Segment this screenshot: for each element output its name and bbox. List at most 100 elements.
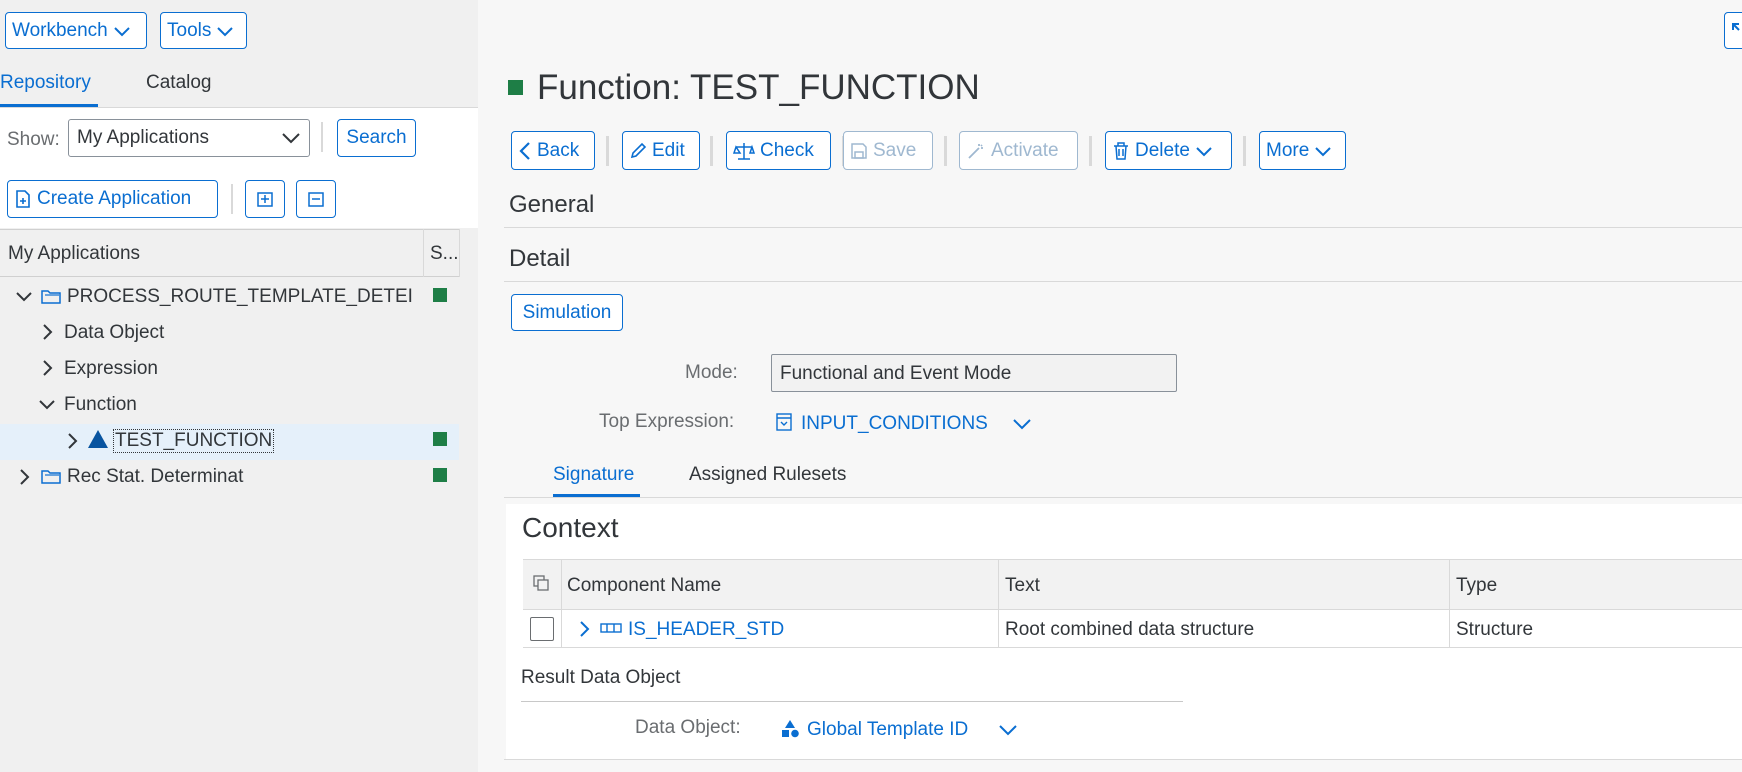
tab-assigned-rulesets[interactable]: Assigned Rulesets	[689, 464, 846, 486]
workbench-label: Workbench	[12, 19, 108, 41]
create-application-label: Create Application	[37, 188, 192, 209]
show-select-value: My Applications	[77, 127, 210, 148]
more-label: More	[1266, 139, 1310, 161]
fullscreen-button[interactable]	[1724, 12, 1742, 49]
section-divider	[504, 281, 1742, 282]
chevron-down-icon	[114, 26, 130, 36]
chevron-right-icon[interactable]	[17, 468, 31, 486]
tree-header-name: My Applications	[8, 243, 141, 264]
top-expression-link[interactable]: INPUT_CONDITIONS	[801, 413, 988, 435]
structure-icon	[600, 623, 622, 633]
delete-menu-button[interactable]: Delete	[1105, 131, 1232, 170]
column-separator	[459, 229, 460, 277]
pencil-icon	[630, 142, 647, 158]
copy-icon[interactable]	[532, 574, 550, 592]
collapse-all-icon	[308, 192, 324, 207]
decision-table-icon	[776, 413, 792, 431]
result-data-object-title: Result Data Object	[521, 667, 681, 688]
expand-all-button[interactable]	[245, 180, 285, 218]
mode-value: Functional and Event Mode	[780, 363, 1012, 384]
data-object-link[interactable]: Global Template ID	[807, 719, 968, 741]
status-active-indicator	[433, 432, 447, 446]
context-title: Context	[522, 512, 619, 543]
chevron-right-icon[interactable]	[577, 620, 591, 638]
row-select-checkbox[interactable]	[530, 617, 554, 641]
data-object-shapes-icon	[782, 720, 799, 738]
simulation-label: Simulation	[522, 301, 612, 323]
tree-item-label: Function	[64, 394, 137, 415]
search-button[interactable]: Search	[337, 119, 416, 157]
object-status-icon	[508, 80, 523, 95]
check-label: Check	[760, 139, 814, 161]
save-label: Save	[873, 139, 917, 161]
column-separator	[423, 229, 424, 277]
tree-item-label: Expression	[64, 358, 158, 379]
section-divider	[504, 227, 1742, 228]
chevron-down-icon[interactable]	[998, 724, 1018, 736]
create-application-button[interactable]: Create Application	[7, 180, 218, 218]
tools-menu-button[interactable]: Tools	[160, 12, 247, 49]
separator	[1089, 136, 1092, 166]
separator	[1243, 136, 1246, 166]
separator	[944, 136, 947, 166]
edit-button[interactable]: Edit	[622, 131, 700, 170]
chevron-down-icon	[217, 26, 234, 36]
show-select[interactable]: My Applications	[68, 119, 310, 157]
tree-item-label: Data Object	[64, 322, 165, 343]
chevron-right-icon[interactable]	[65, 432, 79, 450]
tree-header-status: S...	[430, 243, 459, 264]
more-menu-button[interactable]: More	[1259, 131, 1346, 170]
chevron-down-icon	[282, 133, 300, 144]
activate-button[interactable]: Activate	[959, 131, 1078, 170]
page-title: Function: TEST_FUNCTION	[537, 68, 980, 107]
top-expression-label: Top Expression:	[599, 411, 735, 432]
expand-all-icon	[257, 192, 273, 207]
tree-item-label: PROCESS_ROUTE_TEMPLATE_DETEI	[67, 286, 413, 307]
tab-catalog[interactable]: Catalog	[146, 72, 212, 94]
separator	[710, 136, 713, 166]
function-triangle-icon	[88, 430, 108, 448]
status-active-indicator	[433, 468, 447, 482]
save-icon	[851, 142, 867, 159]
result-divider	[521, 701, 1183, 702]
workbench-menu-button[interactable]: Workbench	[5, 12, 147, 49]
chevron-down-icon[interactable]	[38, 398, 56, 412]
tree-item-label: TEST_FUNCTION	[112, 429, 275, 453]
data-object-label: Data Object:	[635, 717, 741, 738]
header-text: Text	[1005, 575, 1040, 596]
chevron-right-icon[interactable]	[40, 359, 54, 377]
section-general[interactable]: General	[509, 191, 594, 219]
chevron-down-icon[interactable]	[15, 290, 33, 304]
tab-signature[interactable]: Signature	[553, 464, 634, 486]
tab-divider	[504, 497, 1742, 498]
activate-label: Activate	[991, 139, 1059, 161]
header-component-name: Component Name	[567, 575, 722, 596]
mode-label: Mode:	[685, 362, 738, 383]
status-active-indicator	[433, 288, 447, 302]
show-label: Show:	[7, 129, 60, 150]
folder-icon	[41, 290, 61, 304]
section-detail[interactable]: Detail	[509, 245, 570, 273]
create-document-icon	[16, 190, 30, 208]
separator	[606, 136, 609, 166]
simulation-button[interactable]: Simulation	[511, 294, 623, 331]
back-button[interactable]: Back	[511, 131, 595, 170]
balance-scale-icon	[733, 142, 755, 160]
folder-icon	[41, 470, 61, 484]
chevron-right-icon[interactable]	[40, 323, 54, 341]
expand-icon	[1732, 22, 1740, 31]
tab-repository[interactable]: Repository	[0, 72, 91, 94]
component-type: Structure	[1456, 619, 1534, 640]
component-text: Root combined data structure	[1005, 619, 1255, 640]
check-button[interactable]: Check	[726, 131, 831, 170]
chevron-down-icon[interactable]	[1012, 418, 1032, 430]
collapse-all-button[interactable]	[296, 180, 336, 218]
tools-label: Tools	[167, 19, 212, 41]
tree-item-label: Rec Stat. Determinat	[67, 466, 244, 487]
save-button[interactable]: Save	[843, 131, 933, 170]
panel-bottom-divider	[504, 759, 1742, 760]
search-label: Search	[346, 127, 407, 148]
mode-field: Functional and Event Mode	[771, 354, 1177, 392]
edit-label: Edit	[652, 139, 685, 161]
component-name-link[interactable]: IS_HEADER_STD	[628, 619, 784, 641]
